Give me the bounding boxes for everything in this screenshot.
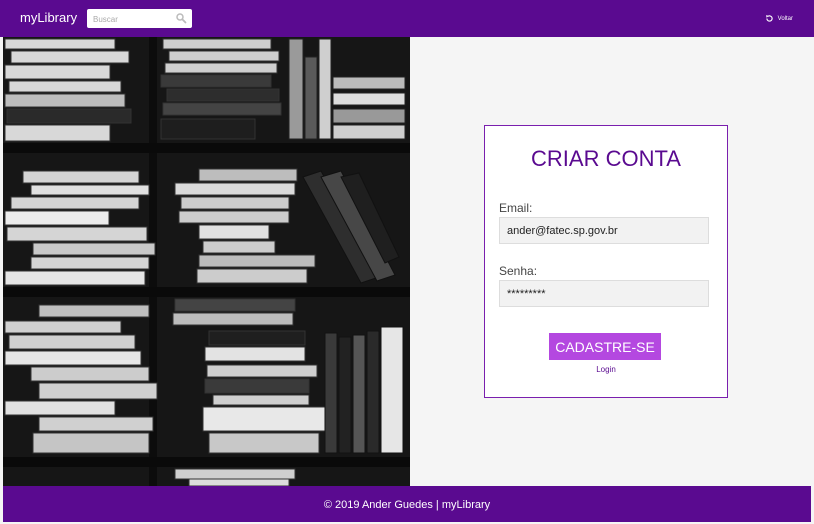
signup-card: CRIAR CONTA Email: Senha: CADASTRE-SE Lo… [484,125,728,398]
footer: © 2019 Ander Guedes | myLibrary [3,486,811,522]
page-title: CRIAR CONTA [531,146,681,171]
brand-logo[interactable]: myLibrary [20,10,77,25]
bookshelf-illustration [3,37,410,486]
password-field[interactable] [499,280,709,307]
search-input[interactable] [87,11,173,28]
back-button[interactable]: Voltar [765,14,793,23]
password-label: Senha: [499,264,538,278]
signup-button[interactable]: CADASTRE-SE [549,333,661,360]
top-navbar: myLibrary Voltar [0,0,814,37]
refresh-icon [765,15,773,22]
email-label: Email: [499,201,533,215]
search-icon[interactable] [175,12,187,24]
back-label: Voltar [777,15,793,22]
search-box[interactable] [87,9,192,28]
login-link[interactable]: Login [485,365,727,374]
footer-text: © 2019 Ander Guedes | myLibrary [323,499,491,511]
bookshelf-photo [3,37,410,486]
email-field[interactable] [499,217,709,244]
